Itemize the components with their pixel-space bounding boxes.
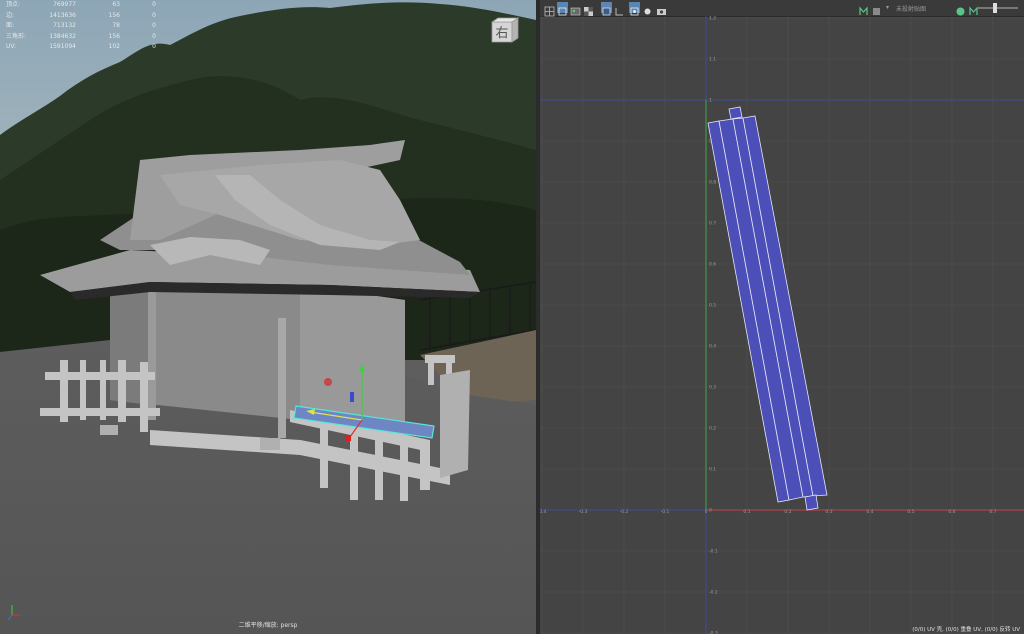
hud-value: 1591094 <box>49 43 76 50</box>
x-tick-label: 0.2 <box>784 509 791 515</box>
y-tick-label: 0.3 <box>709 385 716 391</box>
x-tick-label: 0 <box>705 509 708 515</box>
hud-value: 0 <box>152 22 156 29</box>
hud-row: 三角形: 1384632 156 0 <box>6 32 156 43</box>
uv-toolbar: ▾ 未投射贴图 <box>540 0 1024 17</box>
view-cube[interactable]: 右 <box>490 16 520 44</box>
y-tick-label: 1.1 <box>709 57 716 63</box>
hud-value: 0 <box>152 11 156 19</box>
uv-editor-panel[interactable]: ▾ 未投射贴图 -0.4 -0.3 -0.2 -0.1 0 0.1 0.2 0.3 0.4 0.5… <box>540 0 1024 634</box>
camera-label: 二维平移/缩放: persp <box>238 622 298 629</box>
uv-shell-icon[interactable] <box>557 2 568 16</box>
dropdown-arrow-icon[interactable]: ▾ <box>886 4 889 11</box>
uv-grid-canvas[interactable]: -0.4 -0.3 -0.2 -0.1 0 0.1 0.2 0.3 0.4 0.5 0.6 0.7 1.… <box>540 16 1024 634</box>
hud-value: 1413636 <box>49 11 76 19</box>
x-tick-label: -0.2 <box>620 509 629 515</box>
hud-row: UV: 1591094 102 0 <box>6 42 156 53</box>
grid-icon[interactable] <box>544 2 555 17</box>
hud-value: 769977 <box>53 1 76 8</box>
uv-shells <box>707 106 828 511</box>
hud-value: 78 <box>112 22 120 29</box>
y-tick-label: 1 <box>709 98 712 104</box>
y-tick-label: 0.4 <box>709 344 716 350</box>
hud-value: 156 <box>108 32 120 40</box>
hud-value: 713132 <box>53 22 76 29</box>
y-tick-label: 0.2 <box>709 426 716 432</box>
x-tick-label: -0.1 <box>661 509 670 515</box>
hud-value: 1384632 <box>49 32 76 40</box>
view-cube-face-label: 右 <box>495 26 508 41</box>
x-tick-label: -0.3 <box>579 509 588 515</box>
hud-value: 63 <box>112 1 120 8</box>
x-tick-label: 0.6 <box>948 509 955 515</box>
hud-label: 顶点: <box>6 1 21 8</box>
y-tick-label: 0.6 <box>709 262 716 268</box>
uv-strip[interactable] <box>728 106 743 120</box>
x-tick-label: 0.3 <box>825 509 832 515</box>
y-tick-label: 0.7 <box>709 221 716 227</box>
texture-name-field[interactable]: 未投射贴图 <box>896 4 926 13</box>
y-tick-label: 0.8 <box>709 180 716 186</box>
image-display-icon[interactable] <box>570 2 581 16</box>
x-tick-label: 0.4 <box>866 509 873 515</box>
y-tick-label: 0.1 <box>709 467 716 473</box>
y-tick-label: -0.3 <box>709 631 718 634</box>
texture-border-icon[interactable] <box>601 2 612 16</box>
checker-icon[interactable] <box>583 2 594 16</box>
hud-value: 0 <box>152 43 156 50</box>
uv-borders-icon[interactable] <box>614 2 625 16</box>
hud-row: 顶点: 769977 63 0 <box>6 0 156 11</box>
hud-value: 156 <box>108 11 120 19</box>
y-tick-label: -0.2 <box>709 590 718 596</box>
hud-value: 0 <box>152 1 156 8</box>
y-tick-label: 0 <box>709 508 712 514</box>
y-tick-label: 0.5 <box>709 303 716 309</box>
perspective-viewport[interactable]: 顶点: 769977 63 0 边: 1413636 156 0 面: 7131… <box>0 0 536 634</box>
x-tick-label: 0.7 <box>989 509 996 515</box>
exposure-icon[interactable] <box>955 2 966 16</box>
x-tick-label: 0.5 <box>907 509 914 515</box>
hud-row: 边: 1413636 156 0 <box>6 11 156 22</box>
exposure-slider[interactable] <box>978 7 1018 9</box>
y-tick-label: -0.1 <box>709 549 718 555</box>
y-tick-label: 1.2 <box>709 16 716 22</box>
x-tick-label: 0.1 <box>743 509 750 515</box>
texture-grid-icon[interactable] <box>872 2 881 15</box>
viewport-scene <box>0 0 536 634</box>
hud-value: 102 <box>108 43 120 50</box>
hud-row: 面: 713132 78 0 <box>6 21 156 32</box>
x-tick-label: -0.4 <box>540 509 547 515</box>
distortion-icon[interactable] <box>629 2 640 16</box>
hud-value: 0 <box>152 32 156 40</box>
heads-up-display: 顶点: 769977 63 0 边: 1413636 156 0 面: 7131… <box>6 0 156 53</box>
hud-label: UV: <box>6 43 17 50</box>
uv-strip[interactable] <box>804 494 819 511</box>
hud-label: 三角形: <box>6 32 27 40</box>
camera-icon[interactable] <box>642 2 653 15</box>
hud-label: 边: <box>6 11 15 19</box>
uv-status-text: (0/0) UV 壳, (0/0) 重叠 UV, (0/0) 反转 UV <box>912 627 1020 633</box>
exposure-slider-handle[interactable] <box>993 3 997 13</box>
texture-icon[interactable] <box>858 2 869 15</box>
snapshot-icon[interactable] <box>656 2 667 15</box>
hud-label: 面: <box>6 22 15 29</box>
